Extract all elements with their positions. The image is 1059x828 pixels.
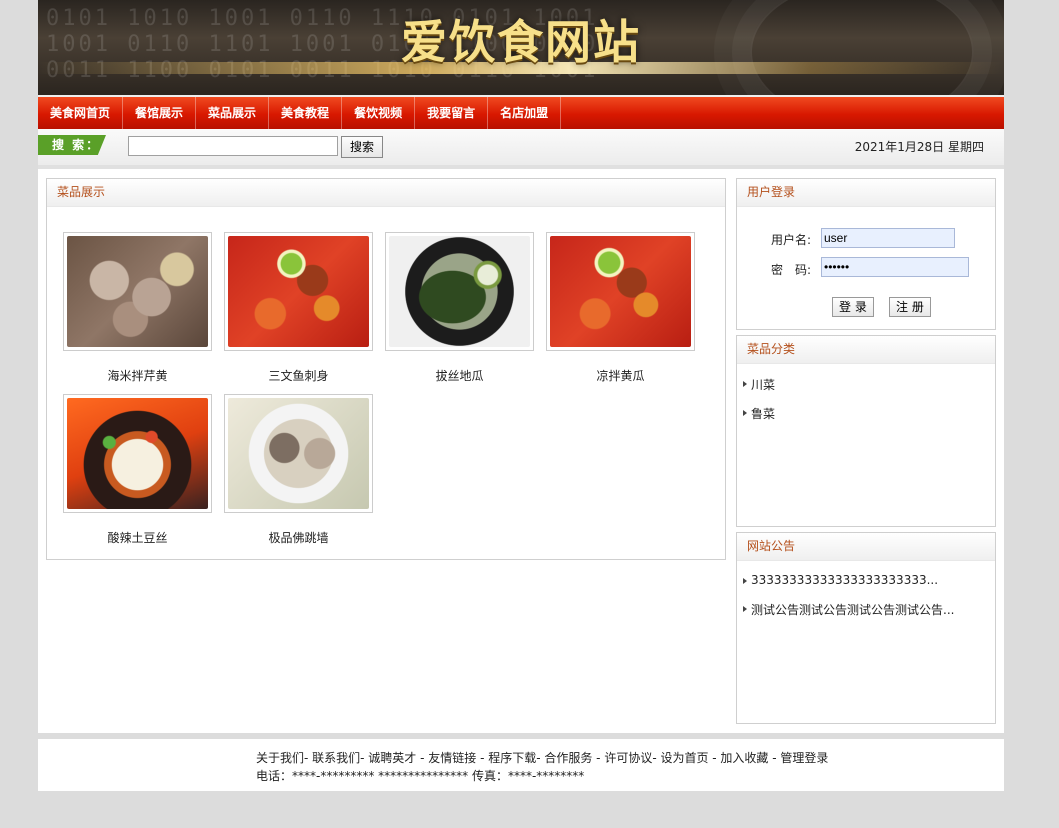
dish-image[interactable] xyxy=(228,398,369,509)
dish-image[interactable] xyxy=(550,236,691,347)
footer-links[interactable]: 关于我们- 联系我们- 诚聘英才 - 友情链接 - 程序下载- 合作服务 - 许… xyxy=(256,749,828,766)
dish-card[interactable]: 极品佛跳墙 xyxy=(224,394,373,546)
dish-name[interactable]: 海米拌芹黄 xyxy=(63,367,212,384)
main-content: 菜品展示 海米拌芹黄 三文鱼刺身 拔丝地瓜 凉拌黄瓜 酸辣土豆丝 极品佛跳墙 用… xyxy=(38,169,1004,733)
dish-image-frame[interactable] xyxy=(63,232,212,351)
dish-name[interactable]: 极品佛跳墙 xyxy=(224,529,373,546)
dish-image[interactable] xyxy=(389,236,530,347)
nav-dishes[interactable]: 菜品展示 xyxy=(196,97,270,129)
dish-card[interactable]: 海米拌芹黄 xyxy=(63,232,212,384)
site-title: 爱饮食网站 xyxy=(401,15,641,69)
nav-guestbook[interactable]: 我要留言 xyxy=(415,97,489,129)
nav-restaurants[interactable]: 餐馆展示 xyxy=(123,97,197,129)
main-nav: 美食网首页 餐馆展示 菜品展示 美食教程 餐饮视频 我要留言 名店加盟 xyxy=(38,95,1004,129)
page-wrapper: 0101 1010 1001 0110 1110 0101 1001 1001 0… xyxy=(38,0,1004,791)
notice-item[interactable]: 33333333333333333333333... xyxy=(737,573,995,587)
search-input[interactable] xyxy=(128,136,338,156)
password-field[interactable] xyxy=(821,257,969,277)
nav-tutorials[interactable]: 美食教程 xyxy=(269,97,343,129)
dish-image[interactable] xyxy=(228,236,369,347)
nav-videos[interactable]: 餐饮视频 xyxy=(342,97,416,129)
login-button[interactable]: 登 录 xyxy=(832,297,874,317)
dish-name[interactable]: 三文鱼刺身 xyxy=(224,367,373,384)
site-banner: 0101 1010 1001 0110 1110 0101 1001 1001 0… xyxy=(38,0,1004,95)
password-label: 密 码: xyxy=(771,263,812,277)
dish-card[interactable]: 拔丝地瓜 xyxy=(385,232,534,384)
username-label: 用户名: xyxy=(771,233,812,247)
notice-item[interactable]: 测试公告测试公告测试公告测试公告... xyxy=(737,601,995,618)
dish-image-frame[interactable] xyxy=(224,232,373,351)
category-list: 川菜 鲁菜 xyxy=(737,376,995,422)
dish-image[interactable] xyxy=(67,236,208,347)
search-button[interactable]: 搜索 xyxy=(341,136,383,158)
dish-card[interactable]: 酸辣土豆丝 xyxy=(63,394,212,546)
notice-list: 33333333333333333333333... 测试公告测试公告测试公告测… xyxy=(737,573,995,618)
dish-image-frame[interactable] xyxy=(63,394,212,513)
dish-image[interactable] xyxy=(67,398,208,509)
search-bar: 搜 索： 搜索 2021年1月28日 星期四 xyxy=(38,129,1004,169)
category-item-lu[interactable]: 鲁菜 xyxy=(737,405,995,422)
dish-image-frame[interactable] xyxy=(224,394,373,513)
dish-card[interactable]: 凉拌黄瓜 xyxy=(546,232,695,384)
login-panel: 用户登录 用户名: 密 码: 登 录 注 册 xyxy=(736,178,996,330)
dish-name[interactable]: 拔丝地瓜 xyxy=(385,367,534,384)
footer-contact: 电话：****-********* *************** 传真：***… xyxy=(256,769,585,783)
login-title: 用户登录 xyxy=(737,179,995,207)
category-title: 菜品分类 xyxy=(737,336,995,364)
current-date: 2021年1月28日 星期四 xyxy=(854,140,984,154)
dish-showcase-title: 菜品展示 xyxy=(47,179,725,207)
dish-name[interactable]: 凉拌黄瓜 xyxy=(546,367,695,384)
dish-card[interactable]: 三文鱼刺身 xyxy=(224,232,373,384)
username-field[interactable] xyxy=(821,228,955,248)
dish-image-frame[interactable] xyxy=(385,232,534,351)
site-footer: 关于我们- 联系我们- 诚聘英才 - 友情链接 - 程序下载- 合作服务 - 许… xyxy=(38,739,1004,791)
dish-name[interactable]: 酸辣土豆丝 xyxy=(63,529,212,546)
category-panel: 菜品分类 川菜 鲁菜 xyxy=(736,335,996,527)
dish-showcase-panel: 菜品展示 海米拌芹黄 三文鱼刺身 拔丝地瓜 凉拌黄瓜 酸辣土豆丝 极品佛跳墙 xyxy=(46,178,726,560)
dish-image-frame[interactable] xyxy=(546,232,695,351)
category-item-chuan[interactable]: 川菜 xyxy=(737,376,995,393)
nav-franchise[interactable]: 名店加盟 xyxy=(488,97,562,129)
notice-panel: 网站公告 33333333333333333333333... 测试公告测试公告… xyxy=(736,532,996,724)
notice-title: 网站公告 xyxy=(737,533,995,561)
search-label: 搜 索： xyxy=(38,135,106,155)
register-button[interactable]: 注 册 xyxy=(889,297,931,317)
nav-home[interactable]: 美食网首页 xyxy=(38,97,124,129)
